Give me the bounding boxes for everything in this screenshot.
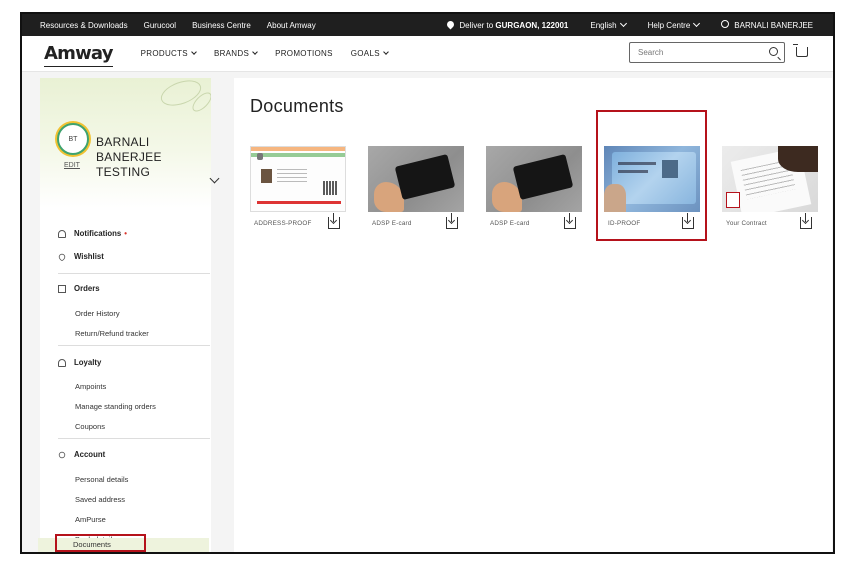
notifications-label: Notifications: [74, 229, 122, 238]
documents-highlight-box: [55, 534, 146, 552]
heart-icon: [57, 251, 67, 262]
utility-bar: Resources & Downloads Gurucool Business …: [22, 14, 833, 36]
link-gurucool[interactable]: Gurucool: [144, 21, 176, 30]
document-thumbnail: [722, 146, 818, 212]
sidebar-section-loyalty[interactable]: Loyalty: [58, 358, 101, 367]
nav-promotions[interactable]: PROMOTIONS: [275, 49, 333, 58]
document-thumbnail: [250, 146, 346, 212]
document-card-adsp-ecard[interactable]: ADSP E-card: [486, 146, 582, 233]
user-menu[interactable]: BARNALI BANERJEE: [721, 20, 813, 30]
qr-code-icon: [323, 181, 337, 195]
help-centre[interactable]: Help Centre: [647, 19, 701, 30]
chevron-down-icon: [619, 19, 627, 27]
sidebar-item-coupons[interactable]: Coupons: [75, 422, 105, 431]
nav-products[interactable]: PRODUCTS: [140, 49, 197, 58]
help-label: Help Centre: [647, 20, 691, 30]
chevron-down-icon: [693, 19, 701, 27]
orders-icon: [58, 284, 66, 293]
cart-icon[interactable]: [793, 44, 808, 57]
document-label: ADDRESS-PROOF: [254, 220, 312, 227]
document-label: ADSP E-card: [372, 220, 412, 227]
black-card-image: [394, 153, 456, 201]
sidebar-section-account[interactable]: Account: [58, 450, 105, 459]
sidebar-item-order-history[interactable]: Order History: [75, 309, 120, 318]
id-proof-highlight-box: [596, 110, 707, 241]
profile-name: BARNALI BANERJEE TESTING: [96, 135, 162, 179]
download-icon[interactable]: [446, 213, 458, 229]
orders-label: Orders: [74, 284, 100, 293]
document-card-address-proof[interactable]: ADDRESS-PROOF: [250, 146, 346, 233]
wishlist-label: Wishlist: [74, 252, 104, 261]
divider: [58, 273, 210, 274]
avatar[interactable]: BT: [57, 123, 89, 155]
document-label: ADSP E-card: [490, 220, 530, 227]
divider: [58, 345, 210, 346]
link-about[interactable]: About Amway: [267, 21, 316, 30]
red-stripe: [257, 201, 341, 204]
black-card-image: [512, 153, 574, 201]
pdf-icon: [726, 192, 740, 208]
loyalty-icon: [58, 358, 66, 367]
search-input[interactable]: Search: [629, 42, 785, 63]
download-icon[interactable]: [800, 213, 812, 229]
page-title: Documents: [250, 96, 344, 116]
document-label: Your Contract: [726, 220, 767, 227]
document-thumbnail: [368, 146, 464, 212]
nav-goals[interactable]: GOALS: [350, 49, 389, 58]
nav-products-label: PRODUCTS: [140, 49, 188, 58]
amway-logo[interactable]: Amway: [44, 43, 113, 67]
deliver-pincode: 122001: [541, 20, 569, 30]
download-icon[interactable]: [564, 213, 576, 229]
sidebar-item-notifications[interactable]: Notifications •: [58, 229, 127, 238]
sidebar-item-return-refund[interactable]: Return/Refund tracker: [75, 329, 149, 338]
document-card-contract[interactable]: Your Contract: [722, 146, 818, 233]
id-photo: [261, 169, 272, 183]
documents-panel: Documents ADDRESS-PROOF ADSP E-card ADSP…: [234, 78, 832, 552]
user-icon: [721, 20, 730, 28]
arm-image: [778, 146, 818, 172]
language-label: English: [590, 20, 617, 30]
text-lines: [277, 169, 307, 185]
sidebar-item-standing-orders[interactable]: Manage standing orders: [75, 402, 156, 411]
chevron-down-icon: [191, 49, 197, 55]
nav-goals-label: GOALS: [350, 49, 380, 58]
main-nav: Amway PRODUCTS BRANDS PROMOTIONS GOALS S…: [22, 36, 833, 72]
user-name: BARNALI BANERJEE: [734, 21, 813, 30]
account-label: Account: [74, 450, 106, 459]
deliver-prefix: Deliver to: [459, 20, 496, 30]
loyalty-label: Loyalty: [74, 358, 102, 367]
sidebar-item-ampurse[interactable]: AmPurse: [75, 515, 106, 524]
notification-dot: •: [124, 229, 127, 238]
account-sidebar: BT EDIT BARNALI BANERJEE TESTING Notific…: [40, 78, 220, 552]
edit-profile-link[interactable]: EDIT: [64, 162, 80, 169]
document-card-adsp-ecard[interactable]: ADSP E-card: [368, 146, 464, 233]
sidebar-item-wishlist[interactable]: Wishlist: [57, 251, 104, 262]
sidebar-section-orders[interactable]: Orders: [58, 284, 100, 293]
search-icon[interactable]: [769, 47, 778, 56]
chevron-down-icon: [252, 49, 258, 55]
location-pin-icon: [445, 19, 456, 29]
user-icon: [58, 451, 66, 458]
document-thumbnail: [486, 146, 582, 212]
sidebar-item-saved-address[interactable]: Saved address: [75, 495, 125, 504]
link-resources[interactable]: Resources & Downloads: [40, 21, 128, 30]
chevron-down-icon: [383, 49, 389, 55]
deliver-city: GURGAON,: [495, 20, 542, 30]
deliver-location[interactable]: Deliver to GURGAON, 122001: [445, 19, 569, 30]
nav-brands-label: BRANDS: [213, 49, 250, 58]
sidebar-item-personal-details[interactable]: Personal details: [75, 475, 128, 484]
download-icon[interactable]: [328, 213, 340, 229]
nav-brands[interactable]: BRANDS: [213, 49, 258, 58]
link-business-centre[interactable]: Business Centre: [192, 21, 251, 30]
flag-band: [251, 147, 345, 157]
emblem-icon: [257, 153, 263, 160]
sidebar-item-ampoints[interactable]: Ampoints: [75, 382, 106, 391]
browser-frame: Resources & Downloads Gurucool Business …: [20, 12, 835, 554]
language-selector[interactable]: English: [590, 19, 627, 30]
bell-icon: [58, 229, 66, 238]
search-placeholder: Search: [638, 48, 664, 57]
divider: [58, 438, 210, 439]
